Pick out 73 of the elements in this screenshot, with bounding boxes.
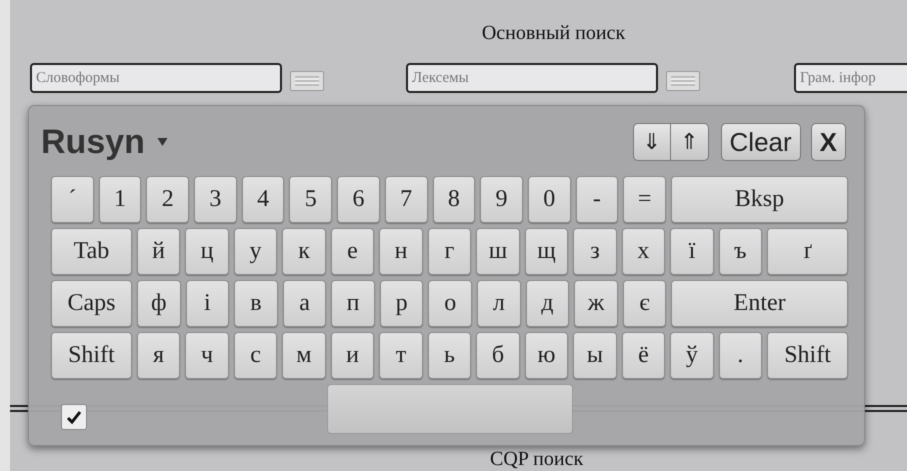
keyboard-key[interactable]: 4 [242,176,284,223]
keyboard-key[interactable]: 8 [432,176,476,223]
keyboard-key[interactable]: п [331,280,375,327]
keyboard-key[interactable]: х [622,228,666,275]
keyboard-key[interactable]: = [623,176,666,223]
keyboard-key[interactable]: ж [574,280,618,327]
keyboard-key[interactable]: Caps [51,280,132,327]
keyboard-key[interactable]: є [622,280,666,327]
keyboard-key[interactable]: ю [524,332,568,379]
keyboard-key[interactable]: Tab [51,228,132,275]
keyboard-key[interactable]: ´ [51,176,94,223]
keyboard-key[interactable]: - [576,176,618,223]
keyboard-key[interactable]: й [136,228,180,275]
keyboard-key[interactable]: . [718,332,762,379]
arrow-button[interactable]: ⇑ [670,123,709,161]
keyboard-key[interactable]: ц [185,228,229,275]
keyboard-key[interactable]: у [234,228,278,275]
keyboard-key[interactable]: 3 [194,176,237,223]
keyboard-key[interactable]: Enter [671,280,848,327]
keyboard-key[interactable]: ш [476,228,520,275]
clear-button[interactable]: Clear [720,123,801,161]
keyboard-key[interactable]: 2 [146,176,190,223]
keyboard-key[interactable]: 7 [384,176,428,223]
keyboard-key[interactable]: а [282,280,326,327]
keyboard-key[interactable]: о [428,280,472,327]
layout-selector[interactable]: Rusyn [41,122,145,162]
keyboard-key[interactable]: л [477,280,521,327]
space-key[interactable] [327,384,573,434]
keyboard-key[interactable]: ч [185,332,229,379]
keyboard-button[interactable] [666,71,700,91]
keyboard-key[interactable]: 0 [528,176,571,223]
search-field[interactable]: Грам. інфор [794,63,907,93]
keyboard-key[interactable]: ф [137,280,181,327]
keyboard-key[interactable]: е [330,228,374,275]
keyboard-key[interactable]: ґ [767,228,848,275]
keyboard-key[interactable]: 1 [98,176,142,223]
keyboard-key[interactable]: р [380,280,424,327]
keyboard-key[interactable]: с [234,332,278,379]
keyboard-key[interactable]: ї [670,228,714,275]
keyboard-key[interactable]: Shift [51,332,132,379]
keyboard-key[interactable]: ў [670,332,714,379]
close-button[interactable]: X [810,123,846,161]
section-heading: Основный поиск [480,21,626,45]
caret-icon[interactable] [156,138,168,146]
keyboard-key[interactable]: 6 [337,176,380,223]
keyboard-key[interactable]: м [282,332,326,379]
check-icon [66,409,82,425]
keyboard-key[interactable]: в [234,280,278,327]
keyboard-key[interactable]: Shift [767,332,848,379]
keyboard-key[interactable]: ъ [718,228,762,275]
keyboard-key[interactable]: ё [622,332,666,379]
keyboard-key[interactable]: щ [524,228,568,275]
keyboard-key[interactable]: 5 [289,176,332,223]
keyboard-key[interactable]: д [526,280,570,327]
keyboard-key[interactable]: т [379,332,423,379]
search-field[interactable]: Лексемы [406,63,658,93]
keyboard-key[interactable]: я [136,332,180,379]
search-field[interactable]: Словоформы [30,63,282,93]
keyboard-key[interactable]: ы [573,332,617,379]
checkbox[interactable] [61,404,87,430]
keyboard-key[interactable]: г [428,228,472,275]
keyboard-button[interactable] [290,71,324,91]
keyboard-key[interactable]: і [186,280,230,327]
keyboard-key[interactable]: з [573,228,617,275]
keyboard-key[interactable]: ь [428,332,472,379]
keyboard-key[interactable]: 9 [480,176,523,223]
section-heading: CQP поиск [490,448,584,470]
keyboard-key[interactable]: к [282,228,326,275]
keyboard-key[interactable]: Bksp [670,176,848,223]
keyboard-key[interactable]: н [379,228,423,275]
keyboard-key[interactable]: и [330,332,374,379]
arrow-button[interactable]: ⇓ [632,123,671,161]
keyboard-key[interactable]: б [476,332,520,379]
